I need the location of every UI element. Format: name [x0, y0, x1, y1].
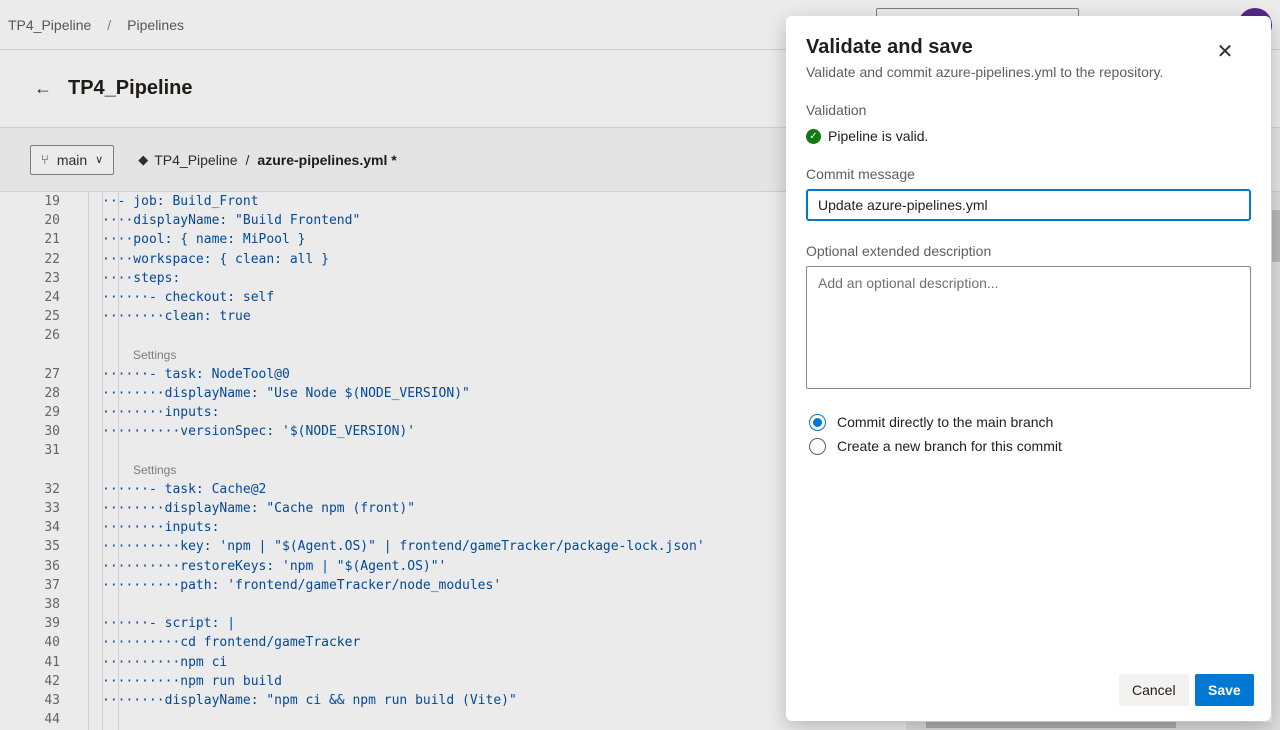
dialog-subtitle: Validate and commit azure-pipelines.yml …	[806, 64, 1164, 80]
description-label: Optional extended description	[806, 243, 992, 259]
validation-status-text: Pipeline is valid.	[828, 128, 929, 144]
commit-message-input[interactable]	[806, 189, 1251, 221]
close-icon[interactable]: ✕	[1214, 42, 1236, 64]
description-textarea[interactable]	[806, 266, 1251, 389]
radio-button[interactable]	[809, 437, 826, 455]
cancel-button[interactable]: Cancel	[1119, 674, 1189, 706]
check-circle-icon: ✓	[806, 128, 821, 144]
dialog-title: Validate and save	[806, 36, 973, 58]
validate-and-save-dialog: Validate and save Validate and commit az…	[786, 16, 1271, 721]
radio-new-branch[interactable]: Create a new branch for this commit	[806, 434, 1251, 458]
validation-status: ✓ Pipeline is valid.	[806, 128, 1251, 144]
validation-label: Validation	[806, 102, 867, 118]
commit-options: Commit directly to the main branch Creat…	[806, 410, 1251, 458]
radio-commit-main[interactable]: Commit directly to the main branch	[806, 410, 1251, 434]
radio-label: Create a new branch for this commit	[837, 438, 1062, 454]
save-button[interactable]: Save	[1195, 674, 1254, 706]
commit-message-label: Commit message	[806, 166, 915, 182]
radio-label: Commit directly to the main branch	[837, 414, 1054, 430]
radio-button-selected[interactable]	[809, 413, 826, 431]
